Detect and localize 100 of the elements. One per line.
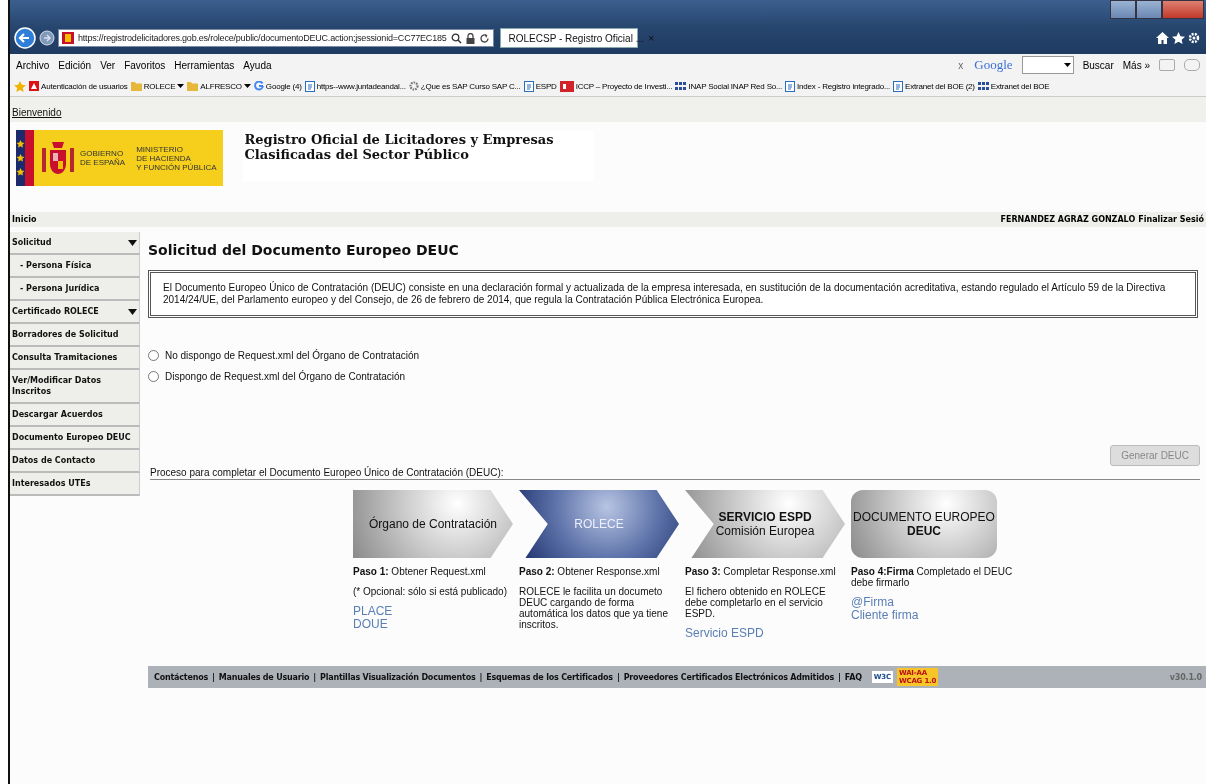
- menu-item[interactable]: Edición: [58, 59, 92, 71]
- menu-item[interactable]: Archivo: [16, 59, 50, 71]
- folder-icon: [130, 81, 142, 91]
- favorite-link[interactable]: ROLECE: [130, 81, 185, 91]
- step-title: DEUC: [907, 524, 941, 538]
- step-title: SERVICIO ESPD: [718, 510, 812, 524]
- minimize-icon[interactable]: [1110, 0, 1136, 19]
- menu-item[interactable]: Ayuda: [243, 59, 272, 71]
- sidebar-item[interactable]: Datos de Contacto: [10, 450, 140, 473]
- favorite-link[interactable]: Autenticación de usuarios: [29, 81, 128, 91]
- sidebar-item[interactable]: Descargar Acuerdos: [10, 404, 140, 427]
- sidebar-item[interactable]: Ver/Modificar Datos Inscritos: [10, 370, 140, 404]
- step-link[interactable]: DOUE: [353, 618, 516, 631]
- star-icon[interactable]: [1172, 32, 1185, 44]
- caret-icon: [1063, 63, 1071, 67]
- step-note: ROLECE le facilita un documeto DEUC cargando de forma automática los datos que ya tiene inscritos.: [519, 586, 669, 630]
- favorite-link[interactable]: ALFRESCO: [187, 81, 251, 91]
- menu-item[interactable]: Herramientas: [174, 59, 235, 71]
- sidebar-subitem[interactable]: - Persona Física: [10, 255, 140, 278]
- step-link[interactable]: @Firma: [851, 596, 1014, 609]
- process-title: Proceso para completar el Documento Europeo Único de Contratación (DEUC):: [150, 467, 1200, 480]
- search-clear[interactable]: x: [958, 59, 964, 71]
- favorite-link[interactable]: Index - Registro integrado...: [785, 80, 890, 92]
- square-logo-icon: [559, 80, 574, 92]
- step-caption: Paso 4:Firma Completado el DEUC debe firmarlo: [851, 566, 1014, 588]
- sidebar-item[interactable]: Interesados UTEs: [10, 473, 140, 496]
- more-button[interactable]: Más »: [1122, 59, 1150, 71]
- step-link[interactable]: PLACE: [353, 605, 516, 618]
- footer-link[interactable]: Contáctenos: [154, 672, 209, 682]
- g-logo-icon: [253, 81, 264, 91]
- separator-text: |: [616, 672, 620, 682]
- step-link[interactable]: Cliente firma: [851, 609, 1014, 622]
- forward-icon[interactable]: [39, 30, 55, 46]
- favorite-link[interactable]: INAP Social INAP Red So...: [675, 81, 783, 91]
- sidebar-subitem[interactable]: - Persona Jurídica: [10, 278, 140, 301]
- separator-text: |: [479, 672, 483, 682]
- footer-link[interactable]: Manuales de Usuario: [218, 672, 310, 682]
- step-caption: Paso 3: Completar Response.xml: [685, 566, 837, 577]
- footer-link[interactable]: Proveedores Certificados Electrónicos Admitidos: [623, 672, 835, 682]
- gear-icon: [408, 81, 419, 91]
- close-icon[interactable]: [1162, 0, 1204, 19]
- sidebar-item[interactable]: Solicitud: [10, 232, 140, 255]
- footer-link[interactable]: Esquemas de los Certificados: [486, 672, 613, 682]
- favorite-link[interactable]: ESPD: [523, 80, 557, 92]
- home-icon[interactable]: [1156, 32, 1169, 44]
- option-label: Dispongo de Request.xml del Órgano de Contratación: [165, 371, 406, 382]
- url-text: https://registrodelicitadores.gob.es/rolece/public/documentoDEUC.action;jsessionid=CC77EC185: [78, 33, 447, 43]
- page-icon: [523, 80, 534, 92]
- menu-item[interactable]: Favoritos: [124, 59, 166, 71]
- maximize-icon[interactable]: [1136, 0, 1162, 19]
- search-field[interactable]: [1021, 56, 1074, 74]
- option-label: No dispongo de Request.xml del Órgano de Contratación: [165, 350, 420, 361]
- caret-icon: [128, 308, 137, 315]
- step-note: El fichero obtenido en ROLECE debe completarlo en el servicio ESPD.: [685, 586, 827, 619]
- favorite-link[interactable]: https--www.juntadeandal...: [304, 80, 406, 92]
- separator-text: |: [212, 672, 215, 682]
- star-icon[interactable]: [14, 80, 26, 92]
- step-caption: Paso 2: Obtener Response.xml: [519, 566, 661, 577]
- flag-icon: [16, 130, 36, 186]
- page-heading: Solicitud del Documento Europeo DEUC: [148, 242, 460, 258]
- search-icon[interactable]: [450, 32, 462, 44]
- sidebar-item[interactable]: Documento Europeo DEUC: [10, 427, 140, 450]
- sidebar-item[interactable]: Certificado ROLECE: [10, 301, 140, 324]
- search-button[interactable]: Buscar: [1082, 59, 1114, 71]
- triangle-logo-icon: [29, 81, 39, 91]
- step-link[interactable]: Servicio ESPD: [685, 627, 848, 640]
- back-icon[interactable]: [14, 27, 36, 49]
- favorite-link[interactable]: ICCP – Proyecto de Investi...: [559, 80, 673, 92]
- settings-icon[interactable]: [1188, 32, 1200, 44]
- separator-text: |: [838, 672, 841, 682]
- refresh-icon[interactable]: [478, 32, 490, 44]
- logo-text: GOBIERNO DE ESPAÑA: [80, 149, 126, 167]
- sidebar-item[interactable]: Borradores de Solicitud: [10, 324, 140, 347]
- logout-link[interactable]: Finalizar Sesió: [1138, 215, 1204, 224]
- step-note: (* Opcional: sólo si está publicado): [353, 586, 508, 597]
- footer-link[interactable]: Plantillas Visualización Documentos: [320, 672, 476, 682]
- menu-item[interactable]: Ver: [100, 59, 116, 71]
- logo-text: MINISTERIO DE HACIENDA Y FUNCIÓN PÚBLICA: [136, 144, 217, 172]
- lock-icon: [465, 32, 475, 44]
- intro-text: El Documento Europeo Único de Contratación (DEUC) consiste en una declaración formal y actualizada de la empresa interesada, en sustitución de la documentación acreditativa, estando regulado el Artículo 59 de la Directiva 2014/24/UE, del Parlamento europeo y del Consejo, de 26 de febrero de 2014, que regula la Contratación Pública Electrónica Europea.: [163, 282, 1167, 306]
- separator-text: |: [313, 672, 317, 682]
- sidebar-item[interactable]: Consulta Tramitaciones: [10, 347, 140, 370]
- radio-button[interactable]: [148, 350, 159, 361]
- user-name: FERNANDEZ AGRAZ GONZALO: [1000, 215, 1136, 224]
- step-title: ROLECE: [574, 517, 624, 531]
- footer-link[interactable]: FAQ: [844, 672, 862, 682]
- search-engine-logo: Google: [974, 57, 1013, 73]
- page-icon: [893, 80, 903, 92]
- step-title: Comisión Europea: [715, 524, 815, 538]
- welcome-link[interactable]: Bienvenido: [12, 107, 62, 118]
- page-icon: [785, 80, 796, 92]
- step-caption: Paso 1: Obtener Request.xml: [353, 566, 487, 577]
- breadcrumb-link[interactable]: Inicio: [12, 215, 37, 224]
- favorite-link[interactable]: Extranet del BOE: [977, 81, 1050, 91]
- caret-icon: [243, 84, 251, 88]
- favorite-link[interactable]: Google (4): [253, 81, 302, 91]
- address-bar[interactable]: https://registrodelicitadores.gob.es/rolece/public/documentoDEUC.action;jsessionid=CC77EC185: [58, 29, 494, 47]
- favorite-link[interactable]: ¿Que es SAP Curso SAP C...: [408, 81, 521, 91]
- favorite-link[interactable]: Extranet del BOE (2): [893, 80, 975, 92]
- radio-button[interactable]: [148, 371, 159, 382]
